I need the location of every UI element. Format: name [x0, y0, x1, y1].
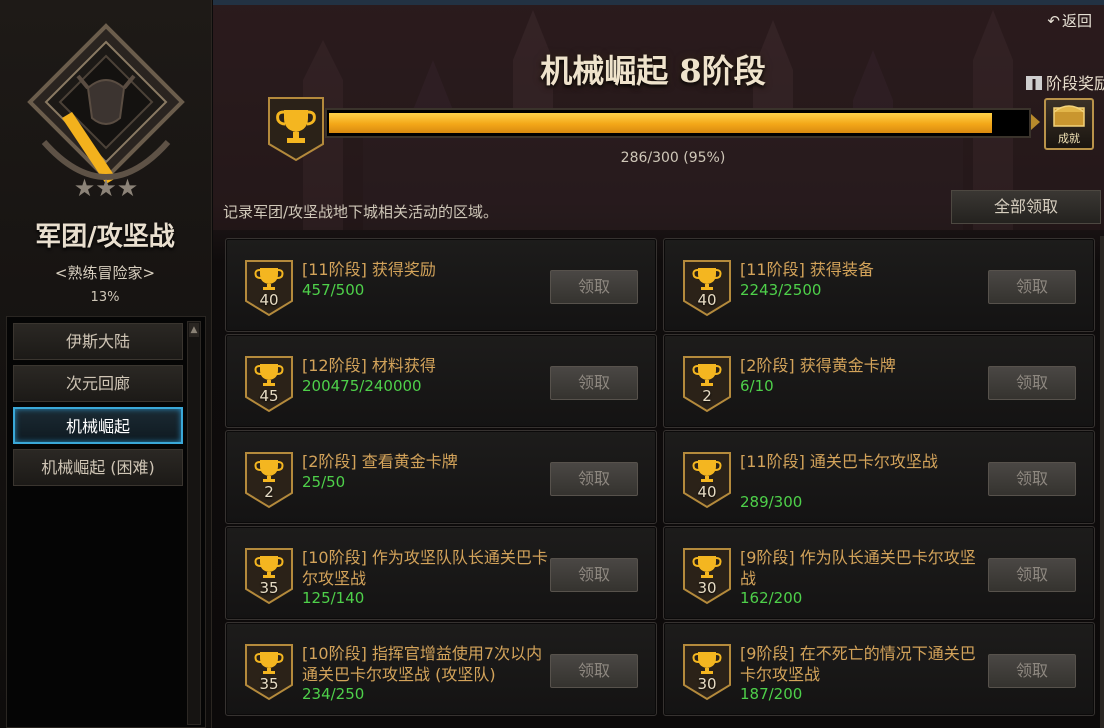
back-label: 返回 — [1061, 12, 1092, 30]
category-percent: 13% — [90, 290, 120, 305]
nav-item-label: 机械崛起 (困难) — [41, 458, 155, 477]
task-card: 40 [11阶段] 获得装备 2243/2500 领取 — [663, 238, 1095, 332]
task-card: 45 [12阶段] 材料获得 200475/240000 领取 — [225, 334, 657, 428]
claim-button[interactable]: 领取 — [550, 558, 638, 592]
back-button[interactable]: ↶ 返回 — [1047, 10, 1092, 31]
task-points: 35 — [259, 579, 279, 597]
chest-icon — [1053, 105, 1085, 127]
task-points: 40 — [259, 291, 279, 309]
task-points: 2 — [702, 387, 712, 405]
task-title: [2阶段] 获得黄金卡牌 — [740, 356, 896, 375]
progress-arrow-icon — [1031, 114, 1040, 130]
task-title: [9阶段] 作为队长通关巴卡尔攻坚战 — [740, 548, 976, 588]
task-grid: 40 [11阶段] 获得奖励 457/500 领取 40 [11阶段] 获得装备 2243/… — [223, 236, 1104, 728]
task-card: 30 [9阶段] 在不死亡的情况下通关巴卡尔攻坚战 187/200 领取 — [663, 622, 1095, 716]
task-card: 35 [10阶段] 指挥官增益使用7次以内通关巴卡尔攻坚战 (攻坚队) 234/25… — [225, 622, 657, 716]
gift-icon — [1025, 76, 1042, 90]
claim-button[interactable]: 领取 — [988, 366, 1076, 400]
category-description: 记录军团/攻坚战地下城相关活动的区域。 — [223, 203, 499, 221]
task-card: 2 [2阶段] 查看黄金卡牌 25/50 领取 — [225, 430, 657, 524]
task-title: [10阶段] 指挥官增益使用7次以内通关巴卡尔攻坚战 (攻坚队) — [302, 644, 543, 684]
task-progress: 2243/2500 — [740, 281, 822, 299]
nav-item-mechanical-rise[interactable]: 机械崛起 — [13, 407, 183, 444]
trophy-points-icon: 40 — [682, 451, 732, 509]
claim-button[interactable]: 领取 — [550, 654, 638, 688]
nav-item-dimension-corridor[interactable]: 次元回廊 — [13, 365, 183, 402]
trophy-icon — [268, 97, 324, 162]
task-title: [11阶段] 获得装备 — [740, 260, 874, 279]
task-progress: 289/300 — [740, 493, 803, 511]
achievement-badge[interactable]: 成就 — [1044, 98, 1094, 150]
task-progress: 187/200 — [740, 685, 803, 703]
task-title: [2阶段] 查看黄金卡牌 — [302, 452, 458, 471]
back-arrow-icon: ↶ — [1047, 12, 1060, 30]
task-points: 40 — [697, 291, 717, 309]
stage-progress-text: 286/300 (95%) — [620, 150, 726, 166]
task-points: 40 — [697, 483, 717, 501]
category-title: 军团/攻坚战 — [35, 222, 175, 252]
nav-item-label: 次元回廊 — [65, 374, 130, 393]
achievement-badge-label: 成就 — [1058, 132, 1080, 145]
legion-emblem-icon: ★★★ — [27, 23, 185, 202]
trophy-points-icon: 45 — [244, 355, 294, 413]
top-edge — [213, 0, 1104, 5]
task-title: [12阶段] 材料获得 — [302, 356, 436, 375]
task-points: 30 — [697, 579, 717, 597]
task-card: 40 [11阶段] 通关巴卡尔攻坚战 289/300 领取 — [663, 430, 1095, 524]
claim-button[interactable]: 领取 — [550, 270, 638, 304]
task-points: 35 — [259, 675, 279, 693]
nav-item-mechanical-rise-hard[interactable]: 机械崛起 (困难) — [13, 449, 183, 486]
trophy-points-icon: 30 — [682, 547, 732, 605]
task-progress: 125/140 — [302, 589, 365, 607]
svg-text:★★★: ★★★ — [74, 174, 139, 202]
task-progress: 457/500 — [302, 281, 365, 299]
task-progress: 162/200 — [740, 589, 803, 607]
claim-button[interactable]: 领取 — [988, 462, 1076, 496]
task-title: [9阶段] 在不死亡的情况下通关巴卡尔攻坚战 — [740, 644, 976, 684]
stage-progress-bar — [325, 108, 1031, 138]
task-title: [11阶段] 通关巴卡尔攻坚战 — [740, 452, 938, 471]
claim-all-button[interactable]: 全部领取 — [951, 190, 1101, 224]
stage-reward-label: 阶段奖励 — [1045, 74, 1104, 93]
stage-progress-fill — [329, 113, 992, 133]
task-card: 2 [2阶段] 获得黄金卡牌 6/10 领取 — [663, 334, 1095, 428]
nav-item-label: 伊斯大陆 — [65, 332, 130, 351]
task-progress: 6/10 — [740, 377, 774, 395]
task-points: 30 — [697, 675, 717, 693]
task-scrollbar[interactable] — [1100, 236, 1104, 728]
task-progress: 25/50 — [302, 473, 346, 491]
trophy-points-icon: 40 — [244, 259, 294, 317]
task-progress: 200475/240000 — [302, 377, 422, 395]
claim-button[interactable]: 领取 — [550, 366, 638, 400]
task-title: [11阶段] 获得奖励 — [302, 260, 436, 279]
trophy-points-icon: 35 — [244, 643, 294, 701]
task-card: 35 [10阶段] 作为攻坚队队长通关巴卡尔攻坚战 125/140 领取 — [225, 526, 657, 620]
achievement-panel: ↶ 返回 机械崛起 8阶段 阶段奖励 成就 286/300 (95%) 记录军团/… — [213, 0, 1104, 728]
stage-title: 机械崛起 8阶段 — [540, 52, 766, 90]
nav-item-isles-continent[interactable]: 伊斯大陆 — [13, 323, 183, 360]
claim-button[interactable]: 领取 — [988, 654, 1076, 688]
stage-reward-button[interactable]: 阶段奖励 — [1025, 70, 1104, 94]
scroll-up-icon[interactable]: ▲ — [189, 323, 199, 337]
trophy-points-icon: 35 — [244, 547, 294, 605]
claim-button[interactable]: 领取 — [988, 558, 1076, 592]
claim-button[interactable]: 领取 — [988, 270, 1076, 304]
task-card: 40 [11阶段] 获得奖励 457/500 领取 — [225, 238, 657, 332]
task-progress: 234/250 — [302, 685, 365, 703]
task-card: 30 [9阶段] 作为队长通关巴卡尔攻坚战 162/200 领取 — [663, 526, 1095, 620]
task-title: [10阶段] 作为攻坚队队长通关巴卡尔攻坚战 — [302, 548, 548, 588]
category-panel: ★★★ 军团/攻坚战 <熟练冒险家> 13% 伊斯大陆 次元回廊 机械崛起 机械… — [0, 0, 212, 728]
task-points: 45 — [259, 387, 279, 405]
rank-title: <熟练冒险家> — [54, 264, 156, 282]
claim-button[interactable]: 领取 — [550, 462, 638, 496]
task-points: 2 — [264, 483, 274, 501]
trophy-points-icon: 2 — [682, 355, 732, 413]
nav-item-label: 机械崛起 — [65, 417, 130, 436]
category-list: 伊斯大陆 次元回廊 机械崛起 机械崛起 (困难) ▲ — [6, 316, 206, 728]
trophy-points-icon: 30 — [682, 643, 732, 701]
trophy-points-icon: 2 — [244, 451, 294, 509]
category-scrollbar[interactable]: ▲ — [187, 321, 201, 725]
trophy-points-icon: 40 — [682, 259, 732, 317]
